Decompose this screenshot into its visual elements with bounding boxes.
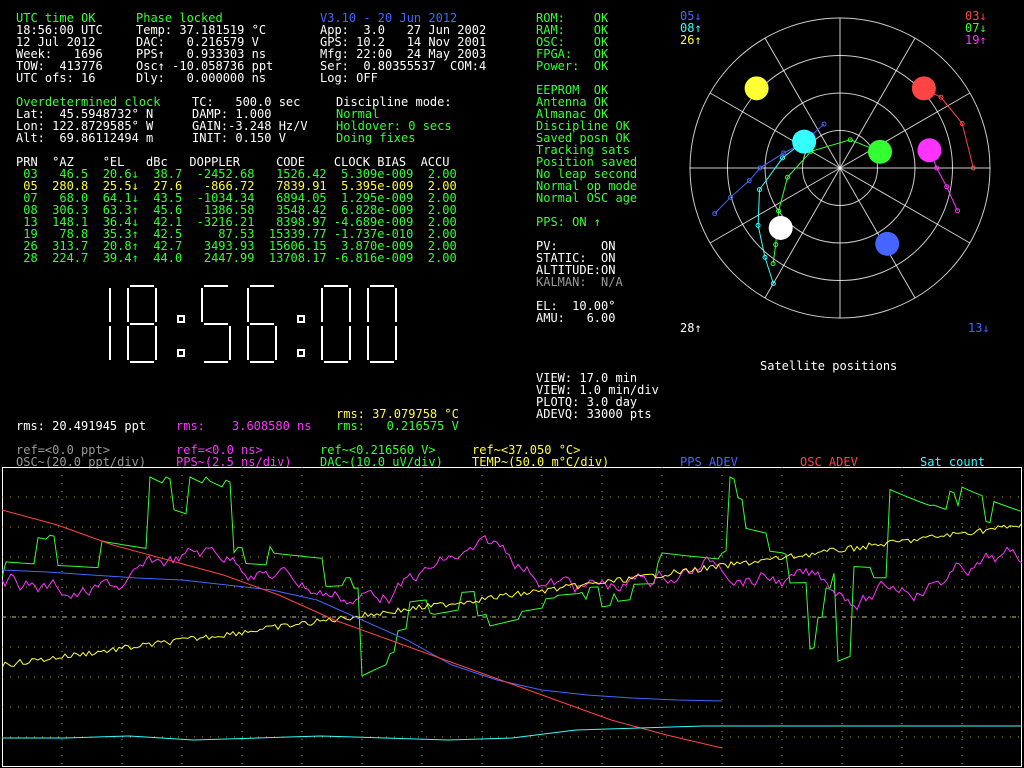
temp-trace: [2, 522, 1022, 669]
pps-status: PPS: ON ↑: [536, 215, 602, 229]
sky-plot-title: Satellite positions: [760, 359, 898, 373]
discipline-mode-block: Discipline mode: Normal Holdover: 0 secs Do…: [336, 96, 452, 144]
satellite-03-marker: [911, 76, 936, 101]
checks-line: Normal OSC age: [536, 191, 638, 205]
params-line: INIT: 0.150 V: [192, 131, 286, 145]
oscillator-status-block: Phase locked Temp: 37.181519 °C DAC: 0.216…: [136, 12, 273, 84]
satellite-26-marker: [744, 76, 769, 101]
status-checks-block: EEPROM OK Antenna OK Almanac OK Discipline …: [536, 84, 637, 204]
rms-volt: rms: 0.216575 V: [336, 419, 459, 433]
elevation-mask-block: EL: 10.00° AMU: 6.00: [536, 300, 615, 324]
clock-colon-dot: [177, 315, 185, 323]
rms-ppt: rms: 20.491945 ppt: [16, 419, 147, 433]
hardware-health-block: ROM: OK RAM: OK OSC: OK FPGA: OK Power: OK: [536, 12, 608, 72]
disc-line: Doing fixes: [336, 131, 416, 145]
satellite-19-marker: [917, 138, 942, 163]
satellite-track: [772, 139, 881, 264]
sky-corner-label: 19↑: [965, 33, 987, 47]
firmware-info-block: V3.10 - 20 Jun 2012 App: 3.0 27 Jun 2002 G…: [320, 12, 486, 84]
satellite-13-marker: [875, 231, 900, 256]
sky-corner-label: 13↓: [968, 321, 990, 335]
fix-modes-block: PV: ON STATIC: ON ALTITUDE:ON KALMAN: N/A: [536, 240, 623, 288]
col3-line: Log: OFF: [320, 71, 378, 85]
satellite-28-marker: [768, 215, 793, 240]
clock-colon-dot: [297, 315, 305, 323]
rms-ns-value: 3.608580 ns: [232, 419, 312, 433]
health-line: Power: OK: [536, 59, 609, 73]
series-osc-adev: [2, 509, 723, 749]
sky-spoke: [709, 92, 841, 169]
view-line: ADEVQ: 33000 pts: [536, 407, 652, 421]
satrows-line: 28 224.7 39.4↑ 44.0 2447.99 13708.17 -6.…: [16, 251, 457, 265]
col2-line: Dly: 0.000000 ns: [136, 71, 267, 85]
big-clock: [109, 285, 397, 363]
pos-line: Alt: 69.86112494 m: [16, 131, 154, 145]
elev-line: AMU: 6.00: [536, 311, 616, 325]
sky-spoke: [839, 92, 971, 169]
dac-trace: [2, 476, 1022, 677]
satellite-sky-plot: 05↓08↑26↑03↓07↓19↑28↑ 13↓: [680, 9, 991, 335]
satellite-08-marker: [792, 129, 817, 154]
sky-spoke: [839, 167, 916, 299]
col1-line: UTC ofs: 16: [16, 71, 96, 85]
pps-trace: [2, 534, 1022, 611]
sky-spoke: [839, 167, 971, 244]
time-series-plot: [2, 467, 1022, 767]
view-settings-block: VIEW: 17.0 min VIEW: 1.0 min/div PLOTQ: 3.…: [536, 372, 659, 420]
clock-colon-dot: [297, 349, 305, 357]
modes-line: KALMAN: N/A: [536, 275, 623, 289]
series-sat-count: [2, 725, 1022, 741]
clock-colon-dot: [177, 349, 185, 357]
sky-corner-label: 26↑: [680, 33, 702, 47]
position-block: Overdetermined clock Lat: 45.5948732° N Lo…: [16, 96, 161, 144]
rms-ns-label: rms:: [176, 419, 205, 433]
sky-corner-label: 28↑: [680, 321, 702, 335]
satellite-07-marker: [868, 139, 893, 164]
sat-table: 03 46.5 20.6↓ 38.7 -2452.68 1526.42 5.30…: [16, 168, 457, 265]
discipline-params-block: TC: 500.0 sec DAMP: 1.000 GAIN:-3.248 Hz/V…: [192, 96, 308, 144]
utc-status-block: UTC time OK 18:56:00 UTC 12 Jul 2012 Week: …: [16, 12, 103, 84]
